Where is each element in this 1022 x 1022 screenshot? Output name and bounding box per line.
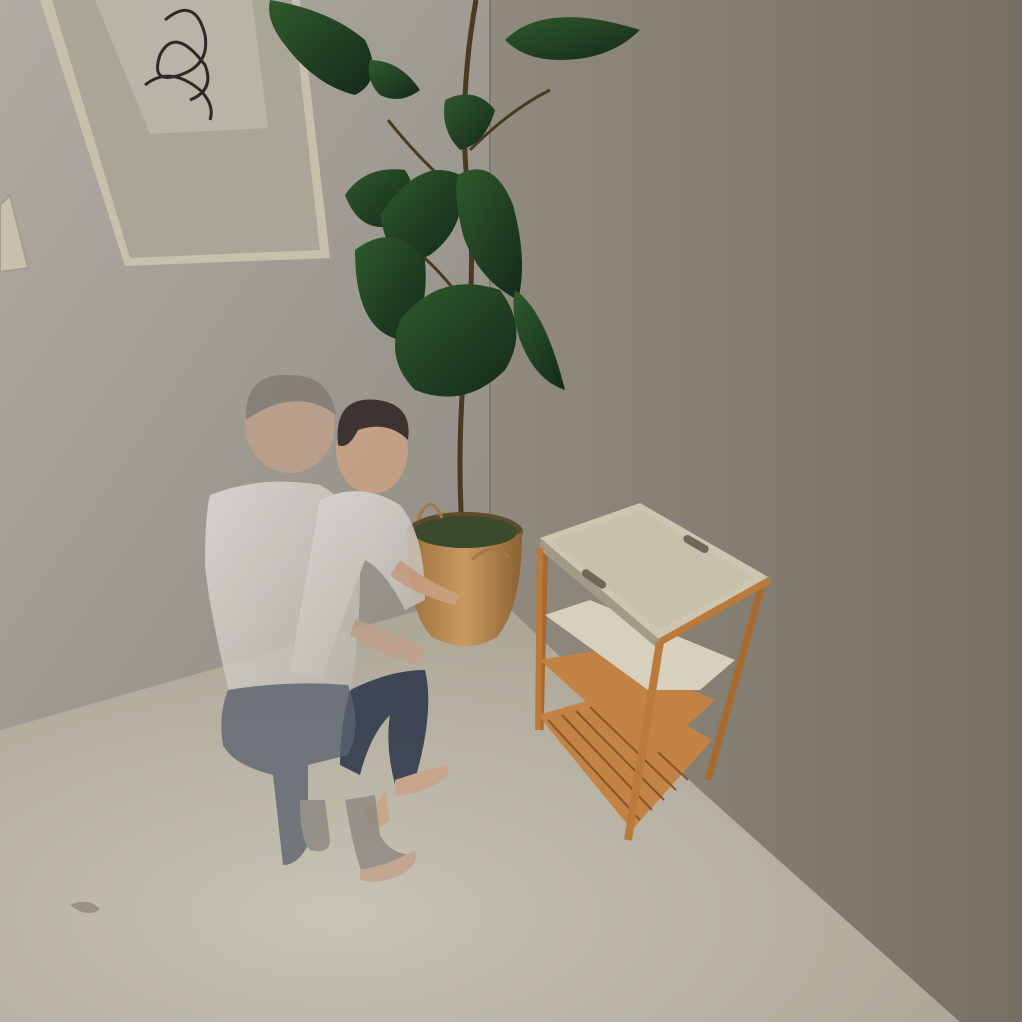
scene-canvas [0,0,1022,1022]
scene-viewport [0,0,1022,1022]
